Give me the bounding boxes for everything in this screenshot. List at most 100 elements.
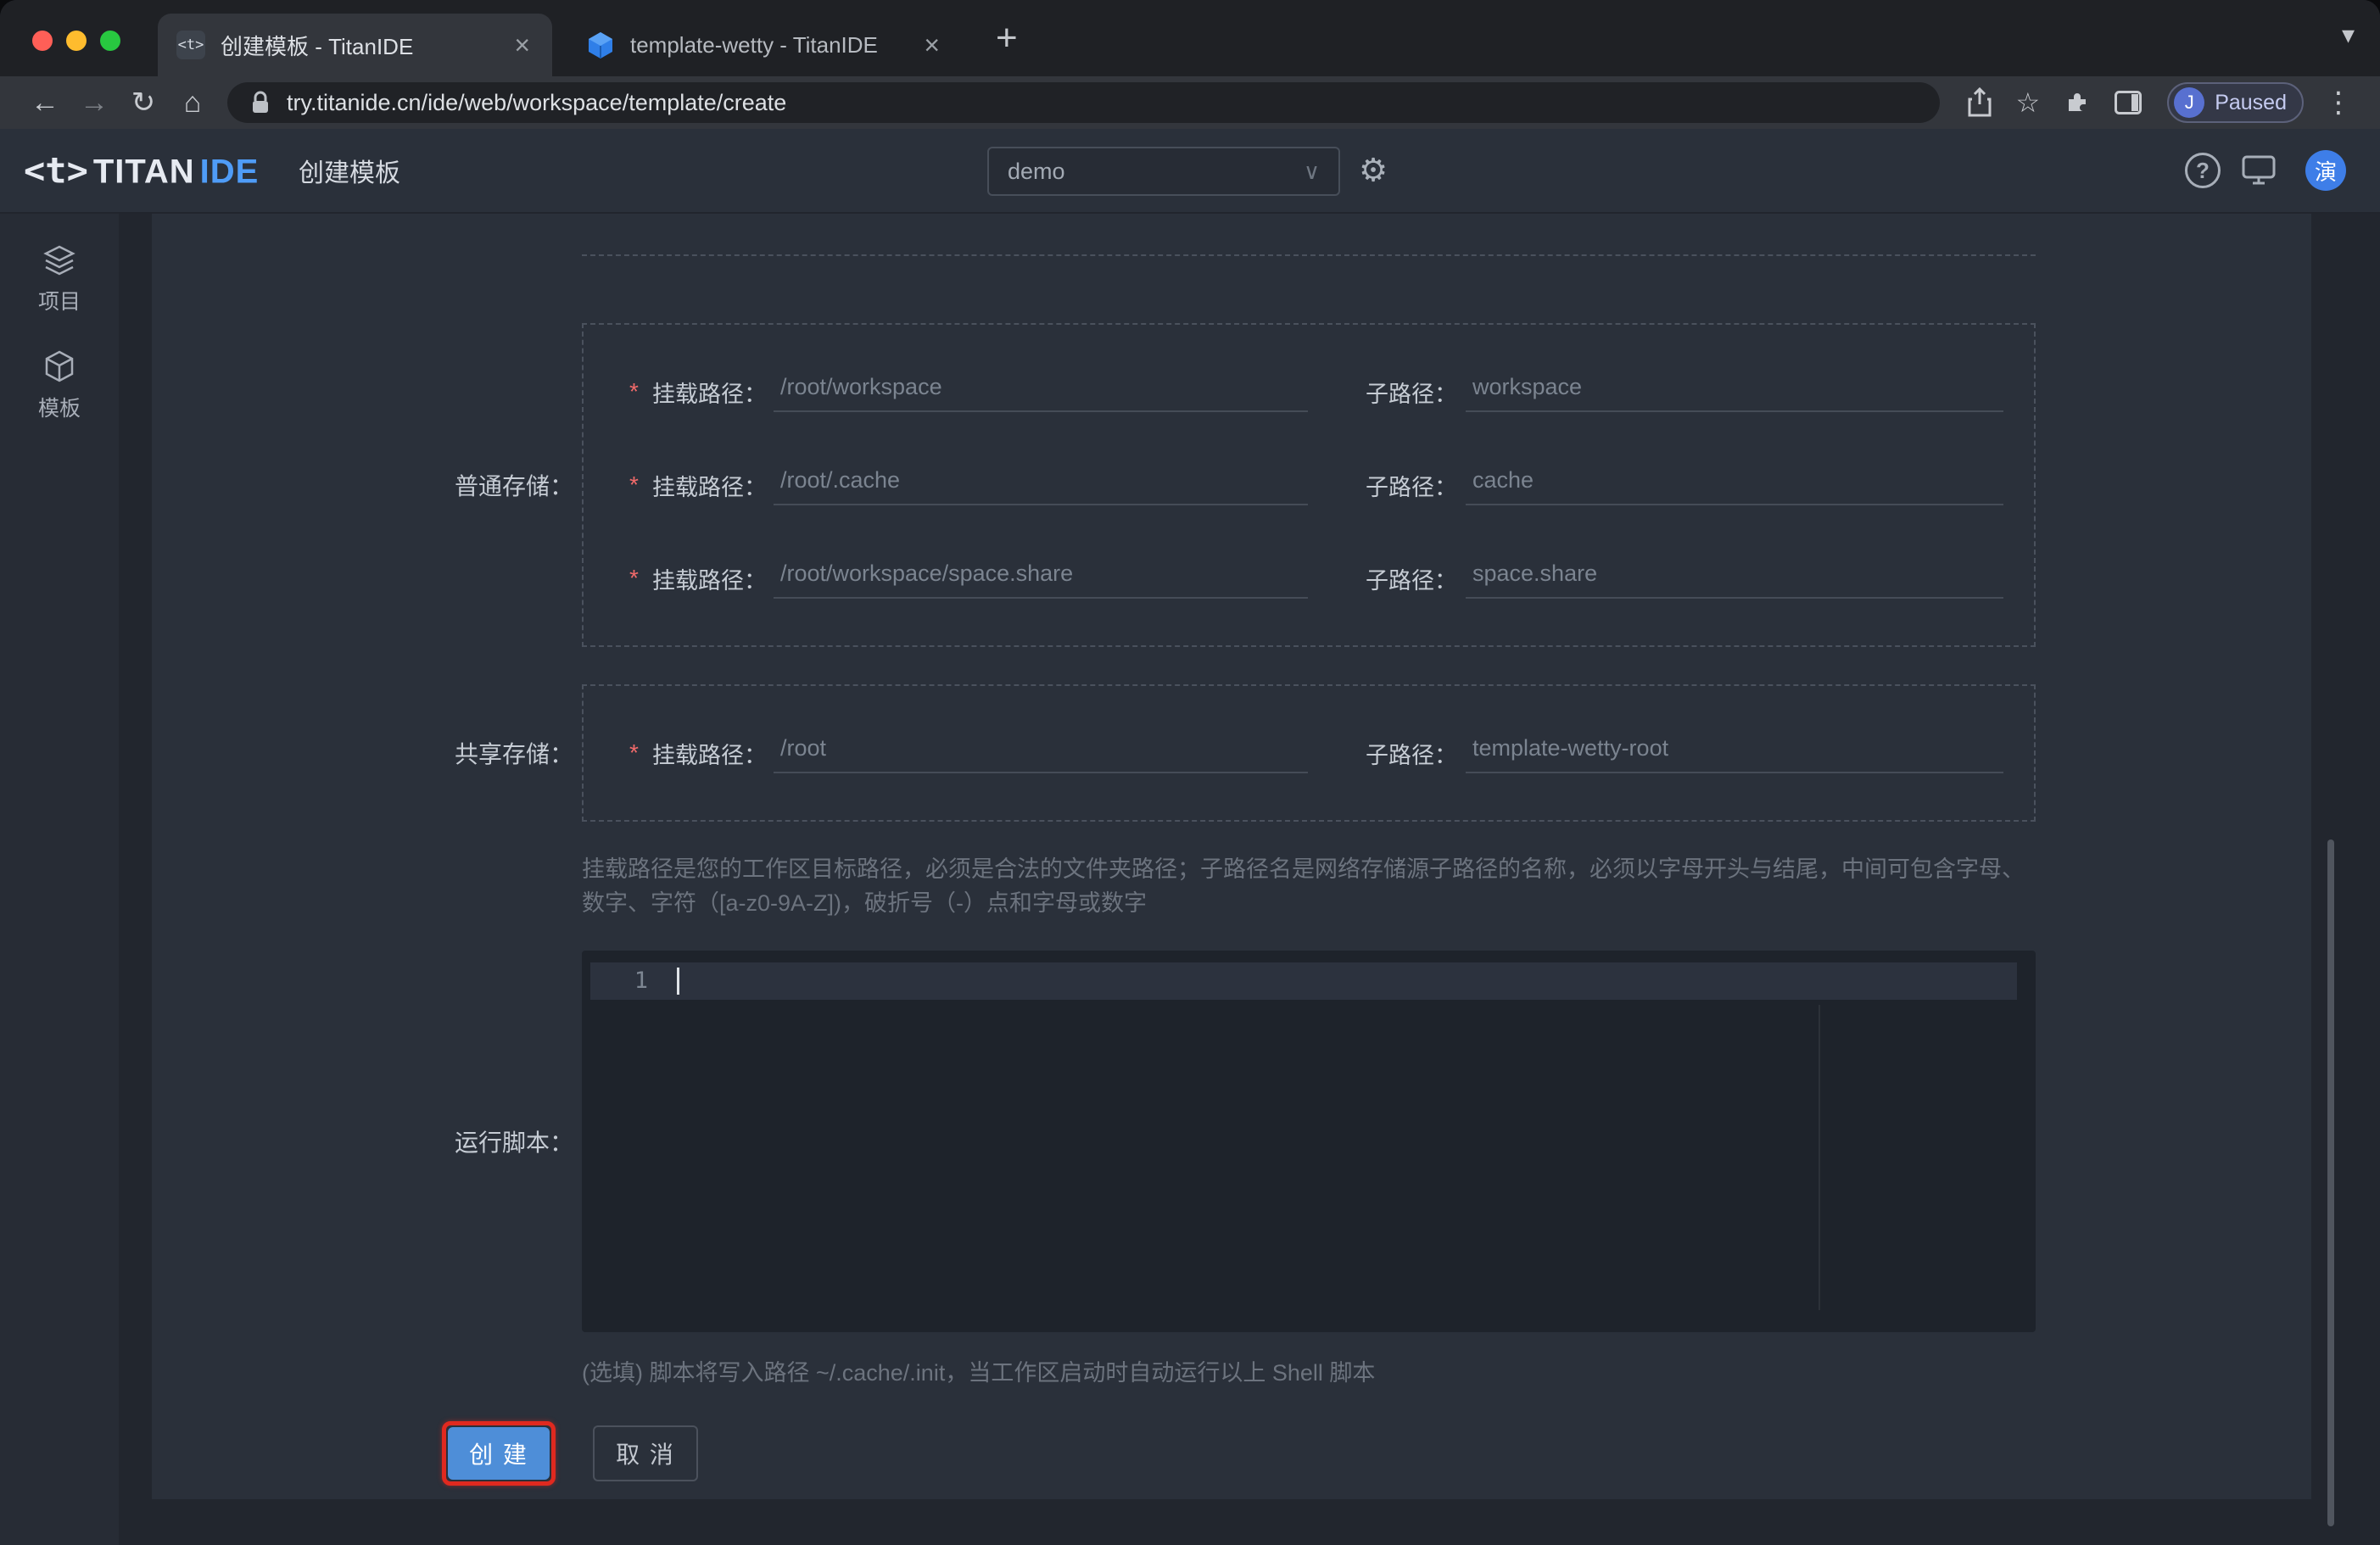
sub-path-label: 子路径： <box>1366 742 1457 768</box>
sub-path-input[interactable] <box>1466 558 2003 599</box>
app-header: <t> TITAN IDE 创建模板 demo ∨ ⚙ ? 演 <box>0 129 2380 214</box>
mount-path-input[interactable] <box>774 371 1308 412</box>
mount-path-label: 挂载路径： <box>652 474 767 500</box>
mount-path-label: 挂载路径： <box>652 742 767 768</box>
create-template-form: 普通存储： * 挂载路径： 子路径： * 挂载路径： <box>152 214 2311 1499</box>
editor-column-ruler <box>1819 1005 1820 1310</box>
required-asterisk: * <box>629 471 639 498</box>
storage-row: * 挂载路径： 子路径： <box>584 532 2034 625</box>
editor-text-cursor <box>677 968 679 995</box>
browser-tab-strip: <t> 创建模板 - TitanIDE × template-wetty - T… <box>0 0 2380 76</box>
mount-path-label: 挂载路径： <box>652 567 767 594</box>
forward-icon[interactable]: → <box>70 88 119 117</box>
normal-storage-label: 普通存储： <box>454 473 573 499</box>
workspace-select-value: demo <box>1008 158 1065 184</box>
sidebar: 项目 模板 <box>0 214 119 1545</box>
user-avatar[interactable]: 演 <box>2305 150 2346 191</box>
extensions-puzzle-icon[interactable] <box>2064 89 2091 116</box>
sub-path-label: 子路径： <box>1366 381 1457 407</box>
help-icon[interactable]: ? <box>2185 153 2221 188</box>
sub-path-label: 子路径： <box>1366 474 1457 500</box>
editor-line-number: 1 <box>634 968 648 994</box>
tab-create-template[interactable]: <t> 创建模板 - TitanIDE × <box>158 14 552 76</box>
browser-window: <t> 创建模板 - TitanIDE × template-wetty - T… <box>0 0 2380 1545</box>
mount-path-input[interactable] <box>774 733 1308 773</box>
window-zoom-button[interactable] <box>100 31 120 51</box>
bookmark-star-icon[interactable]: ☆ <box>2016 86 2041 119</box>
previous-group-border-fragment <box>582 254 2036 256</box>
sidebar-item-label: 项目 <box>37 290 81 314</box>
settings-gear-icon[interactable]: ⚙ <box>1359 152 1388 190</box>
sub-path-input[interactable] <box>1466 465 2003 505</box>
form-actions: 创 建 取 消 <box>442 1421 2311 1486</box>
mount-path-input[interactable] <box>774 465 1308 505</box>
sub-path-input[interactable] <box>1466 371 2003 412</box>
editor-active-line <box>590 962 2017 1000</box>
reload-icon[interactable]: ↻ <box>119 88 168 117</box>
create-button-highlight-ring: 创 建 <box>442 1421 556 1486</box>
shared-storage-group: * 挂载路径： 子路径： <box>582 684 2036 822</box>
storage-row: * 挂载路径： 子路径： <box>584 345 2034 438</box>
tab-close-icon[interactable]: × <box>511 31 534 59</box>
app-body: 项目 模板 普通存储： * 挂载路径： /root/workspace 子路径：… <box>0 214 2380 1545</box>
sidebar-item-projects[interactable]: 项目 <box>38 244 81 315</box>
browser-profile-chip[interactable]: J Paused <box>2167 82 2304 123</box>
required-asterisk: * <box>629 739 639 766</box>
side-panel-icon[interactable] <box>2115 91 2143 114</box>
titanide-favicon-icon: <t> <box>176 31 205 59</box>
browser-toolbar: ← → ↻ ⌂ try.titanide.cn/ide/web/workspac… <box>0 76 2380 129</box>
template-cube-favicon-icon <box>589 32 612 59</box>
url-text: try.titanide.cn/ide/web/workspace/templa… <box>287 89 787 115</box>
mount-path-label: 挂载路径： <box>652 381 767 407</box>
path-rules-hint: 挂载路径是您的工作区目标路径，必须是合法的文件夹路径；子路径名是网络存储源子路径… <box>582 856 2025 916</box>
tab-title: template-wetty - TitanIDE <box>630 31 878 58</box>
main-content: 普通存储： * 挂载路径： 子路径： * 挂载路径： <box>119 214 2380 1545</box>
storage-row: * 挂载路径： 子路径： <box>584 438 2034 532</box>
window-close-button[interactable] <box>32 31 53 51</box>
run-script-section: 运行脚本： 1 <box>152 951 2311 1332</box>
tab-close-icon[interactable]: × <box>920 31 943 59</box>
required-asterisk: * <box>629 565 639 591</box>
layers-icon <box>43 245 75 276</box>
tab-template-wetty[interactable]: template-wetty - TitanIDE × <box>567 14 962 76</box>
create-button[interactable]: 创 建 <box>448 1427 550 1480</box>
run-script-label: 运行脚本： <box>454 1129 573 1156</box>
macos-traffic-lights <box>32 31 120 51</box>
lock-icon <box>253 91 268 113</box>
chevron-down-icon: ∨ <box>1303 158 1320 184</box>
logo-mark-icon: <t> <box>24 149 88 192</box>
profile-status-badge: Paused <box>2215 90 2287 114</box>
shared-storage-section: 共享存储： * 挂载路径： 子路径： <box>152 684 2311 822</box>
cube-icon <box>45 350 74 382</box>
sub-path-input[interactable] <box>1466 733 2003 773</box>
script-code-editor[interactable]: 1 <box>582 951 2036 1332</box>
new-tab-button[interactable]: + <box>987 20 1026 57</box>
required-asterisk: * <box>629 378 639 404</box>
mount-path-input[interactable] <box>774 558 1308 599</box>
address-bar[interactable]: try.titanide.cn/ide/web/workspace/templa… <box>227 82 1940 123</box>
tab-list: <t> 创建模板 - TitanIDE × template-wetty - T… <box>158 14 962 76</box>
normal-storage-section: 普通存储： * 挂载路径： 子路径： * 挂载路径： <box>152 323 2311 647</box>
workspace-select[interactable]: demo ∨ <box>987 147 1340 196</box>
sidebar-item-templates[interactable]: 模板 <box>38 349 81 422</box>
cancel-button[interactable]: 取 消 <box>593 1425 698 1481</box>
tab-search-icon[interactable]: ▾ <box>2342 20 2355 50</box>
script-hint: (选填) 脚本将写入路径 ~/.cache/.init，当工作区启动时自动运行以… <box>582 1360 1376 1386</box>
browser-menu-icon[interactable]: ⋮ <box>2324 86 2353 120</box>
window-minimize-button[interactable] <box>66 31 87 51</box>
page-scrollbar-thumb[interactable] <box>2327 839 2334 1526</box>
home-icon[interactable]: ⌂ <box>168 88 217 117</box>
logo-text-ide: IDE <box>199 153 260 191</box>
page-title: 创建模板 <box>299 159 400 187</box>
desktop-client-icon[interactable] <box>2241 154 2277 187</box>
logo-text-titan: TITAN <box>92 153 195 191</box>
normal-storage-group: * 挂载路径： 子路径： * 挂载路径： 子路径： <box>582 323 2036 647</box>
back-icon[interactable]: ← <box>20 88 70 117</box>
share-icon[interactable] <box>1967 87 1992 118</box>
shared-storage-label: 共享存储： <box>454 741 573 767</box>
profile-avatar: J <box>2174 87 2205 118</box>
storage-row: * 挂载路径： 子路径： <box>584 706 2034 800</box>
tab-title: 创建模板 - TitanIDE <box>221 33 414 59</box>
titanide-logo[interactable]: <t> TITAN IDE <box>24 150 259 192</box>
sub-path-label: 子路径： <box>1366 567 1457 594</box>
